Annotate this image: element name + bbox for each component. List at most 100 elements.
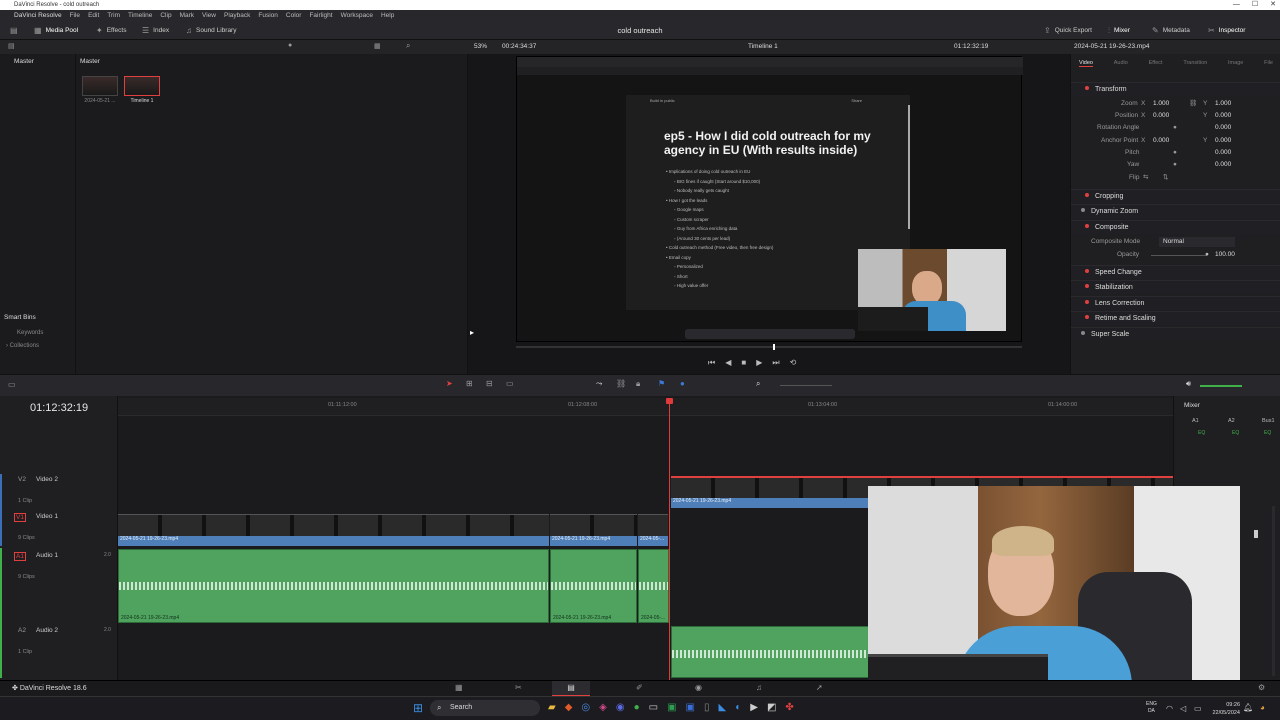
zoom-icon[interactable]: ⌕ bbox=[756, 379, 760, 389]
yaw-field[interactable]: 0.000 bbox=[1215, 159, 1231, 171]
brave-browser-icon[interactable]: ◆ bbox=[565, 702, 573, 713]
menu-fairlight[interactable]: Fairlight bbox=[309, 10, 332, 22]
davinci-taskbar-icon[interactable]: ✤ bbox=[785, 702, 793, 713]
discord-icon[interactable]: ◉ bbox=[616, 702, 625, 713]
rotation-field[interactable]: 0.000 bbox=[1215, 122, 1231, 134]
inspector-tab-video[interactable]: Video bbox=[1079, 60, 1093, 67]
menu-workspace[interactable]: Workspace bbox=[341, 10, 373, 22]
copilot-icon[interactable]: ◕ bbox=[1260, 703, 1265, 712]
deliver-page-icon[interactable]: ➚ bbox=[816, 683, 823, 692]
menu-fusion[interactable]: Fusion bbox=[258, 10, 278, 22]
project-settings-icon[interactable]: ⚙ bbox=[1258, 683, 1265, 692]
play-icon[interactable]: ▶ bbox=[756, 358, 762, 368]
edit-page-icon[interactable]: ▤ bbox=[552, 681, 590, 697]
list-view-icon[interactable]: ▤ bbox=[8, 42, 15, 50]
inspector-tab-transition[interactable]: Transition bbox=[1183, 60, 1207, 67]
volume-icon[interactable]: 🔊︎ bbox=[1186, 379, 1191, 389]
notification-icon[interactable]: 🔔︎ bbox=[1243, 703, 1253, 712]
timeline-ruler[interactable]: 01:11:12:00 01:12:08:00 01:13:04:00 01:1… bbox=[118, 398, 1173, 416]
a1-clip-1[interactable]: 2024-05-21 19-26-23.mp4 bbox=[118, 549, 549, 623]
trim-tool-icon[interactable]: ⊞ bbox=[466, 379, 473, 388]
menu-view[interactable]: View bbox=[202, 10, 216, 22]
viewer-zoom[interactable]: 53% bbox=[474, 43, 487, 50]
viewer-scrubber[interactable] bbox=[516, 346, 1022, 348]
transform-section[interactable]: Transform bbox=[1071, 82, 1280, 96]
media-page-icon[interactable]: ▦ bbox=[455, 683, 463, 692]
playhead-handle[interactable] bbox=[666, 398, 673, 404]
quick-export-button[interactable]: ⇪ Quick Export bbox=[1044, 22, 1092, 40]
loop-icon[interactable]: ⟲ bbox=[790, 358, 797, 368]
pitch-field[interactable]: 0.000 bbox=[1215, 147, 1231, 159]
zoom-x-field[interactable]: 1.000 bbox=[1153, 98, 1169, 110]
language-indicator[interactable]: ENG DA bbox=[1146, 701, 1157, 715]
menu-timeline[interactable]: Timeline bbox=[128, 10, 152, 22]
sound-library-button[interactable]: ♫ Sound Library bbox=[186, 22, 236, 40]
inspector-tab-image[interactable]: Image bbox=[1228, 60, 1243, 67]
chrome-icon[interactable]: ◎ bbox=[581, 702, 590, 713]
opacity-slider-handle[interactable]: ● bbox=[1205, 249, 1209, 261]
timeline-playhead[interactable] bbox=[669, 398, 670, 680]
menu-color[interactable]: Color bbox=[286, 10, 302, 22]
metadata-button[interactable]: ✎ Metadata bbox=[1152, 22, 1190, 40]
spotify-icon[interactable]: ● bbox=[634, 702, 640, 713]
link-icon[interactable]: ⛓ bbox=[1189, 98, 1197, 110]
edge-icon[interactable]: ◐ bbox=[735, 702, 741, 713]
a2-clip[interactable] bbox=[671, 626, 869, 678]
lock-icon[interactable]: 🔒︎ bbox=[636, 379, 640, 389]
search-icon[interactable]: ⌕ bbox=[406, 41, 410, 51]
keywords-bin[interactable]: Keywords bbox=[17, 330, 43, 336]
taskbar-search-box[interactable]: ⌕ Search bbox=[430, 700, 540, 716]
mixer-scrollbar[interactable] bbox=[1272, 506, 1275, 676]
anchor-x-field[interactable]: 0.000 bbox=[1153, 135, 1169, 147]
composite-mode-select[interactable]: Normal bbox=[1159, 237, 1235, 247]
media-player-icon[interactable]: ▶ bbox=[750, 702, 758, 713]
skip-to-start-icon[interactable]: ⏮ bbox=[708, 358, 715, 368]
word-icon[interactable]: ▣ bbox=[686, 702, 695, 713]
a1-clip-3[interactable]: 2024-05-... bbox=[638, 549, 669, 623]
blade-tool-icon[interactable]: ▭ bbox=[506, 379, 514, 388]
link-clips-icon[interactable]: ⛓ bbox=[616, 379, 626, 388]
reverse-play-icon[interactable]: ◀ bbox=[725, 358, 731, 368]
composite-section[interactable]: Composite bbox=[1071, 220, 1280, 234]
v1-clip-3[interactable] bbox=[638, 514, 668, 536]
eq-a2-button[interactable]: EQ bbox=[1232, 430, 1239, 436]
menu-trim[interactable]: Trim bbox=[107, 10, 120, 22]
menu-mark[interactable]: Mark bbox=[180, 10, 194, 22]
maximize-button[interactable]: ☐ bbox=[1252, 0, 1258, 10]
menu-edit[interactable]: Edit bbox=[88, 10, 99, 22]
notepad-icon[interactable]: ▯ bbox=[704, 702, 710, 713]
anchor-y-field[interactable]: 0.000 bbox=[1215, 135, 1231, 147]
doc-scrollbar[interactable] bbox=[908, 105, 910, 229]
color-page-icon[interactable]: ◉ bbox=[695, 683, 702, 692]
marker-icon[interactable]: ● bbox=[680, 379, 685, 388]
skip-to-end-icon[interactable]: ⏭ bbox=[772, 358, 779, 368]
terminal-icon[interactable]: ▭ bbox=[649, 702, 658, 713]
layout-icon[interactable]: ▭ bbox=[8, 380, 16, 389]
media-clip-item[interactable]: 2024-05-21 ... bbox=[82, 76, 118, 104]
timeline-zoom-slider[interactable] bbox=[780, 385, 832, 386]
stabilization-section[interactable]: Stabilization bbox=[1071, 280, 1280, 294]
minimize-button[interactable]: — bbox=[1233, 0, 1240, 10]
dynamic-zoom-section[interactable]: Dynamic Zoom bbox=[1071, 204, 1280, 218]
panel-toggle-icon[interactable]: ▤ bbox=[10, 22, 18, 40]
eq-bus1-button[interactable]: EQ bbox=[1264, 430, 1271, 436]
inspector-tab-audio[interactable]: Audio bbox=[1114, 60, 1128, 67]
opacity-field[interactable]: 100.00 bbox=[1215, 249, 1235, 261]
opacity-slider[interactable] bbox=[1151, 255, 1207, 256]
inspector-tab-effect[interactable]: Effect bbox=[1149, 60, 1163, 67]
file-explorer-icon[interactable]: ▰ bbox=[548, 702, 556, 713]
collections-bin[interactable]: › Collections bbox=[6, 343, 39, 349]
menu-clip[interactable]: Clip bbox=[160, 10, 171, 22]
app-icon[interactable]: ◈ bbox=[599, 702, 607, 713]
fusion-page-icon[interactable]: ✐ bbox=[636, 683, 643, 692]
thumbnail-view-icon[interactable]: ▦ bbox=[374, 42, 381, 50]
mixer-button[interactable]: ⫶ Mixer bbox=[1108, 22, 1130, 40]
media-pool-button[interactable]: ▦ Media Pool bbox=[34, 22, 78, 40]
master-volume-slider[interactable] bbox=[1200, 385, 1242, 387]
master-bin[interactable]: Master bbox=[14, 58, 34, 65]
snapping-icon[interactable]: ⤳ bbox=[596, 379, 602, 389]
close-button[interactable]: ✕ bbox=[1270, 0, 1276, 10]
inspector-tab-file[interactable]: File bbox=[1264, 60, 1273, 67]
stop-icon[interactable]: ■ bbox=[741, 358, 746, 368]
menu-playback[interactable]: Playback bbox=[224, 10, 250, 22]
